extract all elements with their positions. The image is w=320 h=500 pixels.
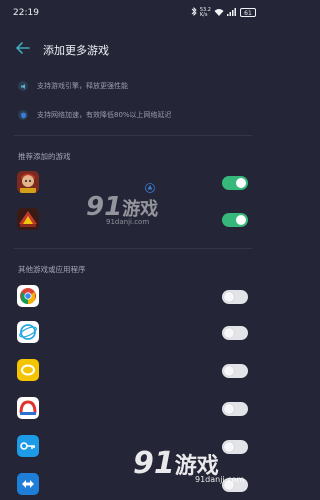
list-item [0, 318, 266, 348]
battery-icon: 61 [240, 8, 256, 17]
signal-icon [227, 7, 237, 18]
list-item [0, 356, 266, 386]
feature-network-text: 支持网络加速，有效降低80%以上网络延迟 [37, 111, 172, 119]
list-item [0, 432, 266, 462]
key-app-icon [17, 435, 39, 457]
chrome-icon [17, 285, 39, 307]
shield-icon [18, 110, 28, 120]
toggle-knob [224, 292, 234, 302]
speaker-icon [18, 81, 28, 91]
yellow-app-icon [17, 359, 39, 381]
section-title-recommended: 推荐添加的游戏 [18, 152, 71, 161]
yellow-app-toggle[interactable] [222, 364, 248, 378]
bluetooth-icon [191, 6, 197, 18]
toggle-knob [236, 215, 246, 225]
network-speed: 53.2 K/s [199, 7, 211, 18]
key-app-toggle[interactable] [222, 440, 248, 454]
feature-engine-text: 支持游戏引擎，释放更强性能 [37, 82, 128, 90]
game-1-toggle[interactable] [222, 176, 248, 190]
game-icon-1 [17, 171, 39, 193]
wifi-icon [214, 8, 224, 18]
toggle-knob [224, 404, 234, 414]
game-icon-2 [17, 208, 39, 230]
list-item [0, 282, 266, 312]
toggle-knob [236, 178, 246, 188]
toggle-knob [224, 442, 234, 452]
chrome-toggle[interactable] [222, 290, 248, 304]
list-item [0, 168, 266, 198]
page-title: 添加更多游戏 [43, 44, 109, 57]
divider [14, 248, 252, 249]
network-speed-unit: K/s [199, 11, 208, 18]
remote-app-toggle[interactable] [222, 478, 248, 492]
section-title-others: 其他游戏或应用程序 [18, 265, 86, 274]
game-2-toggle[interactable] [222, 213, 248, 227]
status-time: 22:19 [13, 8, 39, 18]
status-icons: 53.2 K/s 61 [191, 6, 256, 18]
feature-engine: 支持游戏引擎，释放更强性能 [18, 78, 128, 94]
toggle-knob [224, 366, 234, 376]
red-app-toggle[interactable] [222, 402, 248, 416]
list-item [0, 470, 266, 500]
back-button[interactable] [14, 39, 32, 57]
toggle-knob [224, 328, 234, 338]
accelerate-icon [145, 178, 155, 193]
header: 添加更多游戏 [0, 34, 266, 62]
toggle-knob [224, 480, 234, 490]
red-app-icon [17, 397, 39, 419]
list-item [0, 205, 266, 235]
browser-toggle[interactable] [222, 326, 248, 340]
browser-icon [17, 321, 39, 343]
status-bar: 22:19 53.2 K/s 61 [0, 0, 266, 24]
remote-app-icon [17, 473, 39, 495]
list-item [0, 394, 266, 424]
feature-network: 支持网络加速，有效降低80%以上网络延迟 [18, 107, 172, 123]
arrow-left-icon [15, 42, 30, 54]
divider [14, 135, 252, 136]
